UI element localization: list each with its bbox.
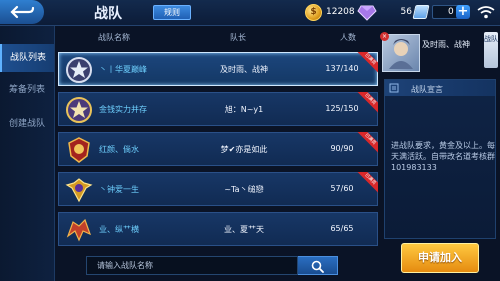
sidebar-item-create-team[interactable]: 创建战队 — [0, 110, 54, 138]
hero-portrait-icon — [389, 39, 413, 69]
table-row[interactable]: 红颜、倘水 梦✔亦是如此 90/90 已满员 — [58, 132, 378, 166]
rules-button[interactable]: 规则 — [153, 5, 191, 20]
full-ribbon-label: 已满员 — [356, 172, 378, 194]
coin-icon: $ — [305, 4, 322, 21]
team-name: 金钱实力并存 — [99, 105, 147, 114]
team-name: 业、纵艹横 — [99, 225, 139, 234]
close-icon[interactable]: × — [380, 32, 389, 41]
column-header-members: 人数 — [340, 33, 356, 42]
back-arrow-icon — [10, 5, 35, 19]
search-button[interactable] — [298, 256, 338, 275]
page-title: 战队 — [94, 6, 122, 22]
full-ribbon: 已满员 — [356, 92, 378, 114]
team-search-input[interactable] — [86, 256, 298, 275]
voucher-icon — [412, 5, 430, 19]
table-row[interactable]: 金钱实力并存 旭：N~y1 125/150 已满员 — [58, 92, 378, 126]
full-ribbon: 已满员 — [356, 132, 378, 154]
silver-star-badge-icon — [66, 57, 92, 83]
team-declaration-box: 战队宣言 进战队要求，黄金及以上。每天满活跃。自带改名道考核群101983133 — [384, 79, 496, 239]
table-header: 战队名称 队长 人数 — [56, 26, 380, 48]
sidebar: 战队列表 筹备列表 创建战队 — [0, 26, 55, 281]
declaration-title-bar: 战队宣言 — [385, 80, 495, 96]
team-captain: 梦✔亦是如此 — [220, 145, 268, 154]
team-detail-panel: × 及时雨、战神 战队 战队宣言 进战队要求，黄金及以上。每天满活跃。自带改名道… — [380, 26, 500, 242]
table-row[interactable]: 业、纵艹横 业、夏艹天 65/65 — [58, 212, 378, 246]
detail-captain-name: 及时雨、战神 — [422, 40, 470, 49]
declaration-text: 进战队要求，黄金及以上。每天满活跃。自带改名道考核群101983133 — [391, 141, 495, 172]
back-button[interactable] — [0, 0, 44, 24]
dragon-badge-icon — [66, 218, 92, 242]
full-ribbon-label: 已满员 — [356, 132, 378, 154]
gold-winged-badge-icon — [65, 178, 93, 203]
full-ribbon: 已满员 — [356, 52, 378, 74]
team-name: 丶钟爱一生 — [99, 185, 139, 194]
gold-star-badge-icon — [66, 97, 92, 123]
column-header-captain: 队长 — [230, 33, 246, 42]
sidebar-item-preparing-list[interactable]: 筹备列表 — [0, 76, 54, 104]
team-name: 丶丨华夏巅峰 — [99, 65, 147, 74]
team-captain: 及时雨、战神 — [220, 65, 268, 74]
column-header-name: 战队名称 — [98, 33, 130, 42]
team-captain: ~Ta丶缒戀 — [224, 185, 264, 194]
wifi-icon — [477, 6, 495, 19]
declaration-title: 战队宣言 — [411, 85, 443, 94]
sidebar-item-team-list[interactable]: 战队列表 — [0, 44, 54, 72]
table-row[interactable]: 丶钟爱一生 ~Ta丶缒戀 57/60 已满员 — [58, 172, 378, 206]
team-table: 战队名称 队长 人数 丶丨华夏巅峰 及时雨、战神 137/140 已满员 金钱实… — [56, 26, 380, 248]
full-ribbon-label: 已满员 — [356, 52, 378, 74]
team-members: 65/65 — [330, 224, 354, 233]
team-captain: 旭：N~y1 — [224, 105, 264, 114]
coin-count: 12208 — [326, 7, 355, 17]
team-name: 红颜、倘水 — [99, 145, 139, 154]
search-icon — [311, 260, 324, 273]
top-bar: 战队 规则 $ 12208 56 0 + — [0, 0, 500, 26]
team-captain: 业、夏艹天 — [224, 225, 264, 234]
full-ribbon-label: 已满员 — [356, 92, 378, 114]
diamond-icon — [357, 5, 377, 21]
red-laurel-badge-icon — [68, 137, 90, 163]
diamond-count: 56 — [400, 7, 412, 17]
recharge-plus-button[interactable]: + — [456, 5, 470, 19]
full-ribbon: 已满员 — [356, 172, 378, 194]
captain-avatar[interactable] — [382, 34, 420, 72]
apply-join-button[interactable]: 申请加入 — [401, 243, 479, 273]
team-side-tab[interactable]: 战队 — [484, 32, 498, 68]
table-row[interactable]: 丶丨华夏巅峰 及时雨、战神 137/140 已满员 — [58, 52, 378, 86]
declaration-icon — [389, 83, 399, 93]
voucher-count: 0 — [448, 7, 454, 17]
